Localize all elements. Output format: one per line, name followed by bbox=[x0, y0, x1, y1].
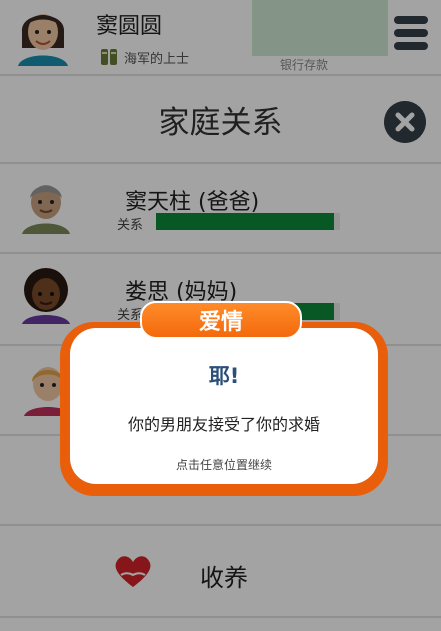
popup-continue-hint: 点击任意位置继续 bbox=[175, 458, 272, 472]
popup-tab-label: 爱情 bbox=[198, 310, 243, 335]
popup-headline: 耶! bbox=[208, 364, 240, 388]
popup-tab: 爱情 bbox=[140, 301, 302, 339]
popup-message: 你的男朋友接受了你的求婚 bbox=[127, 415, 320, 434]
